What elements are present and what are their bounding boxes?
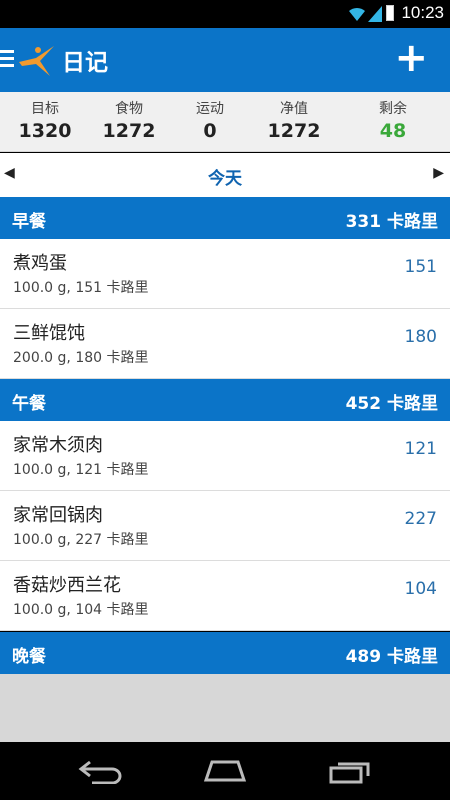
food-calories: 121 [404,439,437,459]
battery-icon [386,5,394,21]
food-detail: 100.0 g, 121 卡路里 [13,462,149,478]
back-icon[interactable] [78,758,122,784]
food-name: 香菇炒西兰花 [13,575,121,596]
home-icon[interactable] [200,758,250,784]
summary-goal: 目标 1320 [0,98,90,142]
app-bar: 日记 + [0,28,450,92]
summary-food: 食物 1272 [84,98,174,142]
meal-name: 晚餐 [12,647,46,667]
wifi-icon [349,7,365,21]
summary-label: 运动 [196,101,224,117]
food-detail: 200.0 g, 180 卡路里 [13,350,149,366]
food-detail: 100.0 g, 151 卡路里 [13,280,149,296]
food-item[interactable]: 香菇炒西兰花 100.0 g, 104 卡路里 104 [0,561,450,631]
system-nav-bar [0,742,450,800]
food-name: 家常回锅肉 [13,505,103,526]
food-name: 三鲜馄饨 [13,323,85,344]
next-day-icon[interactable]: ▶ [433,165,444,181]
summary-label: 食物 [115,101,143,117]
summary-value: 1272 [267,120,321,142]
food-calories: 104 [404,579,437,599]
food-calories: 227 [404,509,437,529]
meal-total: 331 卡路里 [345,212,438,232]
recents-icon[interactable] [328,758,374,784]
page-title: 日记 [62,50,108,76]
food-calories: 180 [404,327,437,347]
food-item[interactable]: 煮鸡蛋 100.0 g, 151 卡路里 151 [0,239,450,309]
meal-header-dinner[interactable]: 晚餐 489 卡路里 [0,632,450,674]
add-button[interactable]: + [394,38,428,78]
status-time: 10:23 [401,3,444,22]
food-name: 煮鸡蛋 [13,253,67,274]
food-item[interactable]: 家常木须肉 100.0 g, 121 卡路里 121 [0,421,450,491]
meal-header-lunch[interactable]: 午餐 452 卡路里 [0,379,450,421]
summary-remaining: 剩余 48 [348,98,438,142]
summary-label: 目标 [31,101,59,117]
app-logo-icon[interactable] [16,42,58,78]
meal-total: 452 卡路里 [345,394,438,414]
meal-header-breakfast[interactable]: 早餐 331 卡路里 [0,197,450,239]
summary-value: 0 [203,120,217,142]
signal-icon [368,6,382,22]
food-item[interactable]: 家常回锅肉 100.0 g, 227 卡路里 227 [0,491,450,561]
food-detail: 100.0 g, 227 卡路里 [13,532,149,548]
food-name: 家常木须肉 [13,435,103,456]
food-detail: 100.0 g, 104 卡路里 [13,602,149,618]
current-date[interactable]: 今天 [0,164,450,189]
summary-label: 剩余 [379,101,407,117]
summary-net: 净值 1272 [249,98,339,142]
summary-label: 净值 [280,101,308,117]
calorie-summary: 目标 1320 食物 1272 运动 0 净值 1272 剩余 48 [0,92,450,152]
meal-total: 489 卡路里 [345,647,438,667]
summary-exercise: 运动 0 [165,98,255,142]
summary-value: 1320 [18,120,72,142]
meal-name: 午餐 [12,394,46,414]
status-bar: 10:23 [0,0,450,28]
date-navigator: ◀ 今天 ▶ [0,153,450,197]
meal-name: 早餐 [12,212,46,232]
summary-value: 1272 [102,120,156,142]
empty-area [0,674,450,742]
menu-icon[interactable] [0,50,14,68]
summary-value: 48 [379,120,407,142]
food-item[interactable]: 三鲜馄饨 200.0 g, 180 卡路里 180 [0,309,450,379]
food-calories: 151 [404,257,437,277]
